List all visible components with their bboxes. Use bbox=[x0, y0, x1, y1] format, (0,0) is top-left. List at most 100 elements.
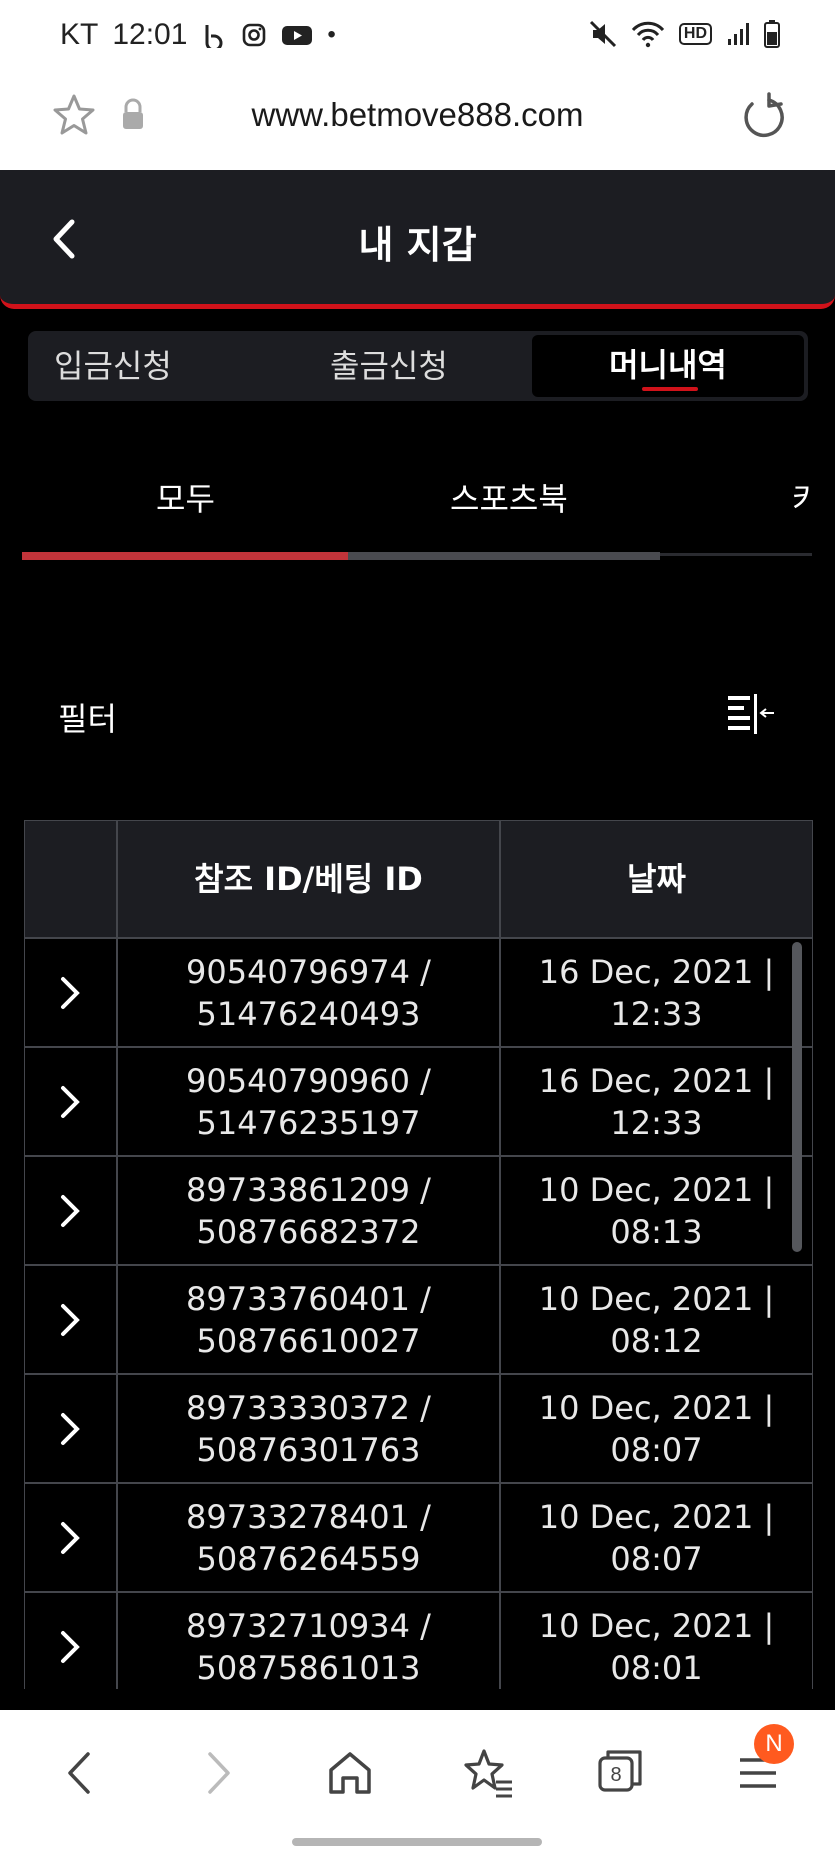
time: 12:33 bbox=[610, 1104, 703, 1142]
header-expand-col bbox=[25, 821, 118, 937]
mute-icon bbox=[589, 20, 616, 48]
expand-cell[interactable] bbox=[25, 939, 118, 1046]
signal-icon bbox=[728, 23, 749, 45]
battery-icon bbox=[764, 20, 780, 48]
id-cell: 89733760401 / 50876610027 bbox=[118, 1266, 501, 1373]
browser-back-icon[interactable] bbox=[60, 1746, 100, 1800]
table-row[interactable]: 89733760401 / 50876610027 10 Dec, 2021 | 0… bbox=[25, 1264, 812, 1373]
header-ref-bet-id: 참조 ID/베팅 ID bbox=[118, 821, 501, 937]
menu-notification-badge: N bbox=[754, 1724, 794, 1764]
date-cell: 16 Dec, 2021 | 12:33 bbox=[501, 939, 812, 1046]
id-cell: 89732710934 / 50875861013 bbox=[118, 1593, 501, 1689]
browser-bottom-nav: 8 N bbox=[0, 1710, 835, 1856]
filter-toggle-icon[interactable] bbox=[726, 694, 776, 734]
time: 08:12 bbox=[610, 1322, 703, 1360]
bet-id: 50876301763 bbox=[196, 1431, 421, 1469]
tab-money-history[interactable]: 머니내역 bbox=[532, 335, 804, 397]
bet-id: 51476240493 bbox=[196, 995, 421, 1033]
wallet-tabs: 입금신청 출금신청 머니내역 bbox=[28, 331, 808, 401]
browser-forward-icon[interactable] bbox=[198, 1746, 238, 1800]
expand-cell[interactable] bbox=[25, 1157, 118, 1264]
table-row[interactable]: 89733861209 / 50876682372 10 Dec, 2021 | 0… bbox=[25, 1155, 812, 1264]
carrier-label: KT bbox=[60, 18, 99, 51]
ref-id: 89733861209 / bbox=[186, 1171, 431, 1209]
tab-all[interactable]: 모두 bbox=[156, 474, 215, 520]
b-app-icon bbox=[205, 25, 223, 48]
page-header: 내 지갑 bbox=[0, 170, 835, 309]
url-field[interactable]: www.betmove888.com bbox=[0, 96, 835, 134]
chevron-right-icon[interactable] bbox=[55, 1629, 85, 1665]
page-title: 내 지갑 bbox=[358, 223, 477, 267]
date: 16 Dec, 2021 | bbox=[538, 1062, 775, 1100]
status-bar: KT 12:01 • HD bbox=[0, 0, 835, 72]
hd-badge: HD bbox=[678, 23, 712, 45]
date-cell: 10 Dec, 2021 | 08:01 bbox=[501, 1593, 812, 1689]
date: 16 Dec, 2021 | bbox=[538, 953, 775, 991]
ref-id: 89732710934 / bbox=[186, 1607, 431, 1645]
tab-casino-partial[interactable]: 카 bbox=[792, 474, 812, 520]
bookmarks-icon[interactable] bbox=[460, 1746, 516, 1800]
instagram-icon bbox=[243, 23, 266, 47]
expand-cell[interactable] bbox=[25, 1266, 118, 1373]
address-bar: www.betmove888.com bbox=[0, 72, 835, 170]
id-cell: 89733330372 / 50876301763 bbox=[118, 1375, 501, 1482]
ref-id: 90540790960 / bbox=[186, 1062, 431, 1100]
home-indicator[interactable] bbox=[292, 1838, 542, 1846]
header-date: 날짜 bbox=[627, 860, 686, 898]
wifi-icon bbox=[631, 21, 665, 48]
bet-id: 50875861013 bbox=[196, 1649, 421, 1687]
tab-money-history-label: 머니내역 bbox=[609, 346, 727, 384]
money-history-table: 참조 ID/베팅 ID 날짜 90540796974 /51476240493 … bbox=[24, 820, 813, 1689]
tab-sportsbook[interactable]: 스포츠북 bbox=[450, 474, 568, 520]
chevron-right-icon[interactable] bbox=[55, 975, 85, 1011]
id-cell: 89733278401 / 50876264559 bbox=[118, 1484, 501, 1591]
active-tab-indicator bbox=[642, 387, 698, 391]
bet-id: 51476235197 bbox=[196, 1104, 421, 1142]
date: 10 Dec, 2021 | bbox=[538, 1498, 775, 1536]
chevron-right-icon[interactable] bbox=[55, 1302, 85, 1338]
table-row[interactable]: 90540790960 /51476235197 16 Dec, 2021 | 1… bbox=[25, 1046, 812, 1155]
chevron-right-icon[interactable] bbox=[55, 1520, 85, 1556]
youtube-icon bbox=[282, 26, 313, 45]
chevron-right-icon[interactable] bbox=[55, 1193, 85, 1229]
date: 10 Dec, 2021 | bbox=[538, 1389, 775, 1427]
chevron-right-icon[interactable] bbox=[55, 1411, 85, 1447]
expand-cell[interactable] bbox=[25, 1375, 118, 1482]
table-row[interactable]: 89732710934 / 50875861013 10 Dec, 2021 | 0… bbox=[25, 1591, 812, 1689]
clock: 12:01 bbox=[112, 18, 188, 51]
expand-cell[interactable] bbox=[25, 1048, 118, 1155]
date-cell: 10 Dec, 2021 | 08:12 bbox=[501, 1266, 812, 1373]
active-tab-underline bbox=[22, 552, 348, 560]
expand-cell[interactable] bbox=[25, 1484, 118, 1591]
table-row[interactable]: 89733278401 / 50876264559 10 Dec, 2021 | 0… bbox=[25, 1482, 812, 1591]
time: 08:01 bbox=[610, 1649, 703, 1687]
category-tabs: 모두 스포츠북 카 bbox=[22, 460, 812, 560]
date: 10 Dec, 2021 | bbox=[538, 1171, 775, 1209]
expand-cell[interactable] bbox=[25, 1593, 118, 1689]
time: 08:13 bbox=[610, 1213, 703, 1251]
tab-count: 8 bbox=[610, 1764, 622, 1786]
tab-withdraw-request[interactable]: 출금신청 bbox=[330, 331, 448, 401]
status-left: KT 12:01 • bbox=[60, 18, 336, 52]
reload-icon[interactable] bbox=[739, 92, 789, 142]
filter-label[interactable]: 필터 bbox=[58, 694, 117, 740]
table-row[interactable]: 89733330372 / 50876301763 10 Dec, 2021 | 0… bbox=[25, 1373, 812, 1482]
bet-id: 50876264559 bbox=[196, 1540, 421, 1578]
time: 12:33 bbox=[610, 995, 703, 1033]
ref-id: 89733278401 / bbox=[186, 1498, 431, 1536]
table-row[interactable]: 90540796974 /51476240493 16 Dec, 2021 | 1… bbox=[25, 937, 812, 1046]
ref-id: 89733760401 / bbox=[186, 1280, 431, 1318]
bet-id: 50876610027 bbox=[196, 1322, 421, 1360]
ref-id: 90540796974 / bbox=[186, 953, 431, 991]
date-cell: 16 Dec, 2021 | 12:33 bbox=[501, 1048, 812, 1155]
id-cell: 89733861209 / 50876682372 bbox=[118, 1157, 501, 1264]
chevron-right-icon[interactable] bbox=[55, 1084, 85, 1120]
tabs-button[interactable]: 8 bbox=[596, 1746, 646, 1800]
tab-deposit-request[interactable]: 입금신청 bbox=[54, 331, 172, 401]
home-icon[interactable] bbox=[326, 1746, 374, 1800]
id-cell: 90540796974 / 51476240493 bbox=[118, 939, 501, 1046]
table-scrollbar[interactable] bbox=[792, 942, 802, 1252]
date: 10 Dec, 2021 | bbox=[538, 1280, 775, 1318]
time: 08:07 bbox=[610, 1431, 703, 1469]
date-cell: 10 Dec, 2021 | 08:07 bbox=[501, 1375, 812, 1482]
